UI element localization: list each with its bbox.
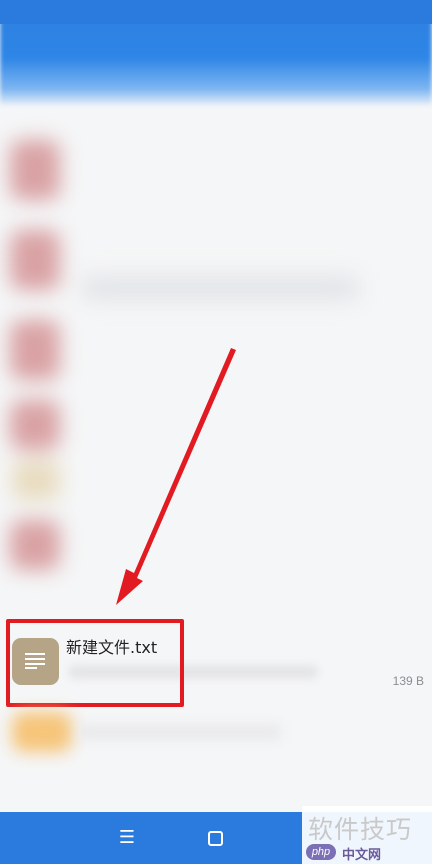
file-size: 139 B <box>392 674 424 688</box>
phone-screen: 新建文件.txt 139 B ☰ 软件技巧 php 中文网 <box>0 0 432 864</box>
status-bar <box>0 0 432 24</box>
blurred-file-icon <box>10 400 60 450</box>
blurred-file-name <box>80 275 360 301</box>
watermark: 软件技巧 php 中文网 <box>302 806 432 864</box>
blurred-file-icon <box>10 140 60 200</box>
red-highlight-box <box>6 619 184 707</box>
blurred-file-icon <box>12 460 60 500</box>
watermark-badge: php <box>306 844 336 860</box>
blurred-file-icon <box>10 520 60 570</box>
blurred-file-icon <box>12 712 72 752</box>
menu-icon[interactable]: ☰ <box>114 826 140 850</box>
blurred-file-icon <box>10 320 60 380</box>
blurred-file-icon <box>10 230 60 290</box>
blurred-file-name <box>80 725 280 739</box>
watermark-site: 中文网 <box>342 848 382 863</box>
home-square-icon[interactable] <box>202 826 228 850</box>
file-list-blurred <box>0 100 432 620</box>
watermark-text: 软件技巧 <box>308 815 413 844</box>
